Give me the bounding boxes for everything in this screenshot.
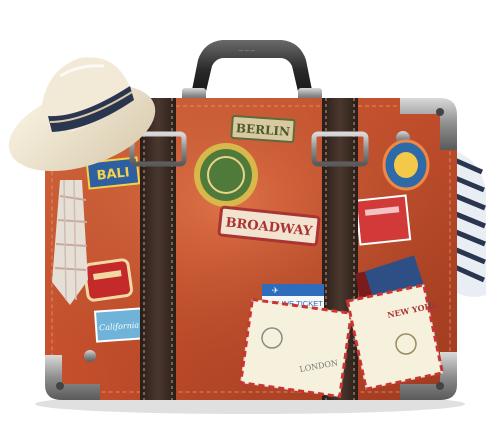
travel-suitcase-scene: ~~~ BERLIN BROADWAY BALI California ✈ AI…	[0, 0, 500, 433]
sticker-right-red	[354, 194, 412, 246]
envelope-front: LONDON	[238, 297, 354, 399]
sticker-berlin: BERLIN	[230, 114, 296, 144]
suitcase-illustration: ~~~ BERLIN BROADWAY BALI California ✈ AI…	[8, 40, 486, 414]
rivet-bottom-left	[84, 350, 96, 362]
sticker-california: California	[93, 307, 145, 343]
handle-emboss: ~~~	[238, 47, 256, 55]
envelope-back: NEW YORK	[345, 283, 445, 391]
plane-icon: ✈	[272, 286, 279, 295]
suitcase-handle: ~~~	[182, 40, 322, 102]
sticker-right-oval	[382, 139, 430, 191]
sticker-round-green	[194, 143, 258, 207]
sticker-red-badge	[82, 258, 134, 302]
